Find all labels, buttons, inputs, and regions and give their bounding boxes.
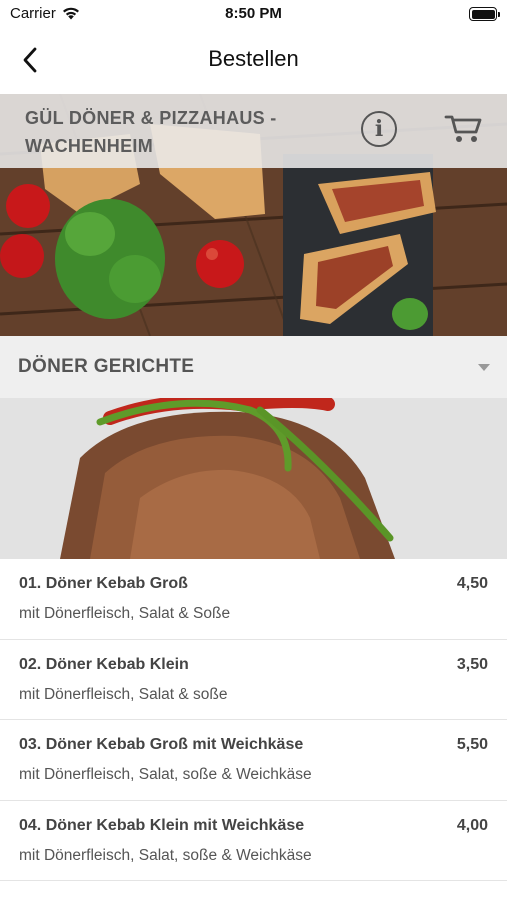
menu-item[interactable]: 01. Döner Kebab Groß 4,50 mit Dönerfleis… [0, 559, 507, 640]
item-description: mit Dönerfleisch, Salat & soße [19, 685, 228, 703]
info-button[interactable]: i [361, 111, 397, 147]
category-title: DÖNER GERICHTE [18, 356, 195, 377]
cart-button[interactable] [444, 110, 484, 146]
battery-icon [469, 7, 500, 21]
item-price: 4,50 [456, 575, 488, 592]
menu-item[interactable]: 04. Döner Kebab Klein mit Weichkäse 4,00… [0, 801, 507, 881]
item-description: mit Dönerfleisch, Salat, soße & Weichkäs… [19, 766, 312, 783]
menu-item[interactable]: 03. Döner Kebab Groß mit Weichkäse 5,50 … [0, 720, 507, 801]
item-price: 4,00 [456, 816, 488, 834]
item-price: 5,50 [456, 736, 488, 753]
item-description: mit Dönerfleisch, Salat, soße & Weichkäs… [19, 846, 312, 864]
cart-icon [444, 115, 482, 142]
item-price: 3,50 [456, 655, 488, 673]
navigation-bar: Bestellen [0, 30, 507, 94]
category-image [0, 398, 507, 559]
item-name: 04. Döner Kebab Klein mit Weichkäse [19, 816, 305, 834]
item-name: 03. Döner Kebab Groß mit Weichkäse [19, 736, 304, 753]
menu-list: 01. Döner Kebab Groß 4,50 mit Dönerfleis… [0, 559, 507, 881]
battery-tip [498, 12, 500, 17]
status-bar: Carrier 8:50 PM [0, 0, 507, 30]
restaurant-name: GÜL DÖNER & PIZZAHAUS - WACHENHEIM [25, 108, 277, 156]
battery-level [471, 9, 495, 19]
page-title: Bestellen [208, 46, 299, 71]
doner-image [0, 398, 507, 559]
item-description: mit Dönerfleisch, Salat & Soße [19, 605, 231, 622]
chevron-down-icon [478, 364, 490, 371]
item-name: 01. Döner Kebab Groß [19, 575, 188, 592]
category-header[interactable]: DÖNER GERICHTE [0, 336, 507, 398]
item-name: 02. Döner Kebab Klein [19, 655, 189, 673]
restaurant-hero: GÜL DÖNER & PIZZAHAUS - WACHENHEIM i [0, 94, 507, 336]
menu-item[interactable]: 02. Döner Kebab Klein 3,50 mit Dönerflei… [0, 640, 507, 720]
status-time: 8:50 PM [225, 5, 282, 22]
info-icon: i [374, 116, 384, 142]
